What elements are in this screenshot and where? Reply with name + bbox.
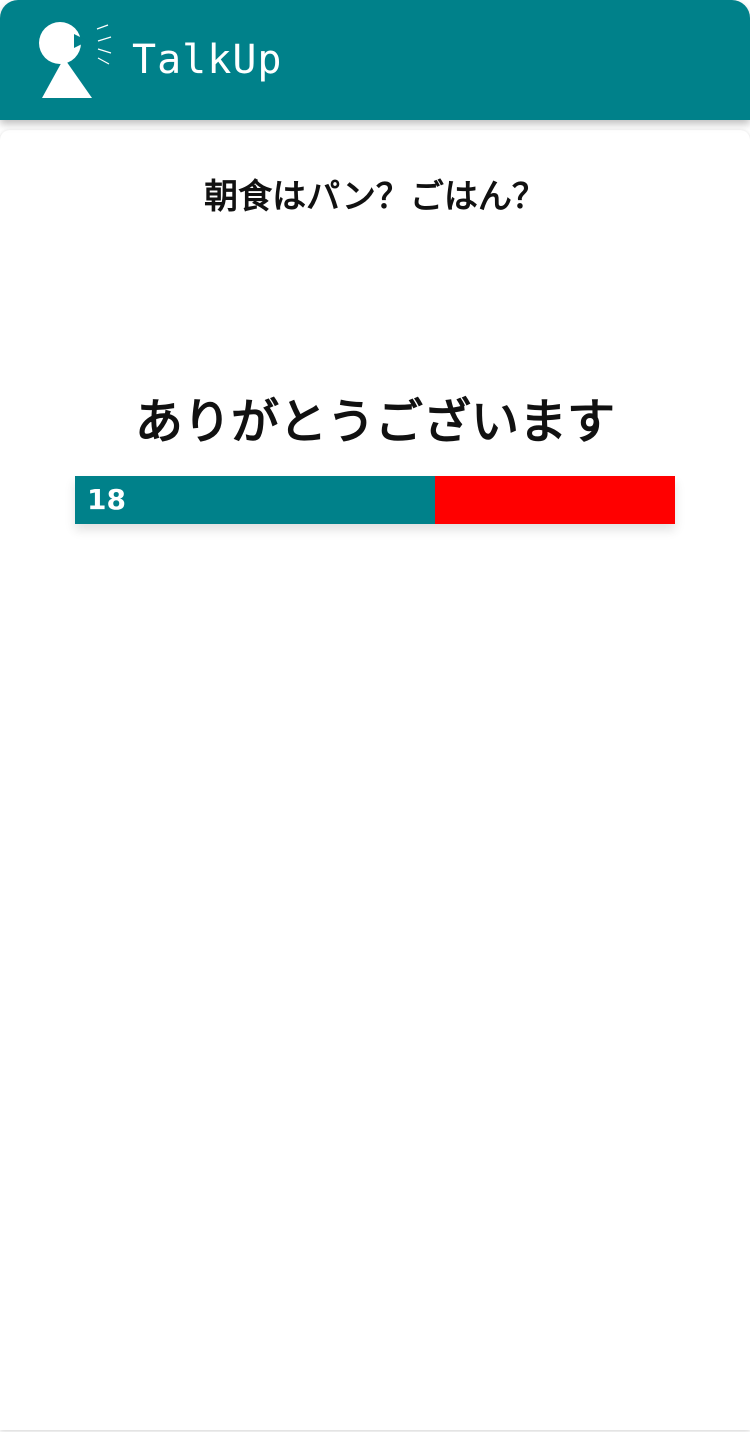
poll-card: 朝食はパン？ごはん？ ありがとうございます 18 [0, 130, 750, 1430]
talking-person-icon [39, 22, 112, 98]
first-option-share: 18 [75, 476, 435, 524]
first-option-count: 18 [87, 483, 126, 516]
poll-question: 朝食はパン？ごはん？ [204, 177, 546, 217]
poll-result-bar: 18 [75, 476, 675, 524]
app-title: TalkUp [132, 37, 283, 83]
app-header: TalkUp [0, 0, 750, 120]
thank-you-message: ありがとうございます [134, 394, 615, 450]
